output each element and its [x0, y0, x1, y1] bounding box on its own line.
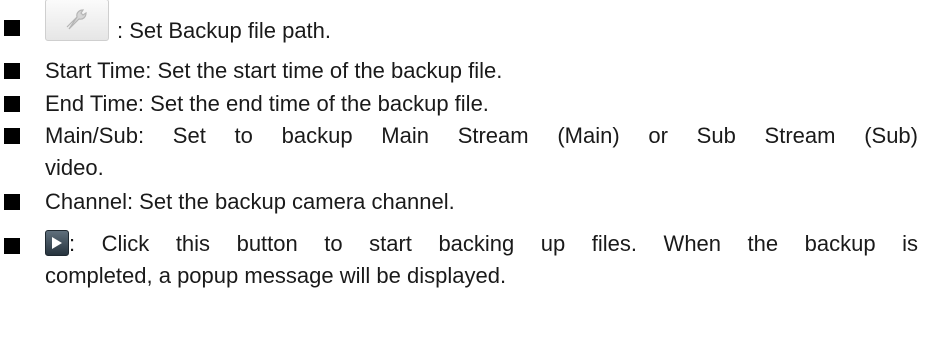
list-item-channel: Channel: Set the backup camera channel.: [0, 186, 943, 218]
list-item-start-time: Start Time: Set the start time of the ba…: [0, 55, 943, 87]
item-text: End Time: Set the end time of the backup…: [45, 91, 489, 116]
bullet-square: [4, 63, 20, 79]
list-item-start-backup: : Click this button to start backing up …: [0, 228, 943, 292]
list-item-end-time: End Time: Set the end time of the backup…: [0, 88, 943, 120]
bullet-square: [4, 96, 20, 112]
list-item-main-sub: Main/Sub: Set to backup Main Stream (Mai…: [0, 120, 943, 184]
bullet-square: [4, 238, 20, 254]
bullet-square: [4, 194, 20, 210]
item-text-line-1: : Click this button to start backing up …: [45, 228, 918, 260]
item-text: : Set Backup file path.: [117, 18, 332, 43]
item-text: Channel: Set the backup camera channel.: [45, 189, 455, 214]
bullet-square: [4, 128, 20, 144]
item-text-line-2: completed, a popup message will be displ…: [45, 263, 507, 288]
item-text-line-1: Main/Sub: Set to backup Main Stream (Mai…: [45, 123, 918, 148]
item-text-line-2: video.: [45, 155, 104, 180]
item-text: Start Time: Set the start time of the ba…: [45, 58, 503, 83]
wrench-icon: [45, 0, 109, 41]
bullet-square: [4, 20, 20, 36]
play-icon: [45, 230, 69, 256]
item-text-line-1-text: : Click this button to start backing up …: [69, 231, 918, 256]
